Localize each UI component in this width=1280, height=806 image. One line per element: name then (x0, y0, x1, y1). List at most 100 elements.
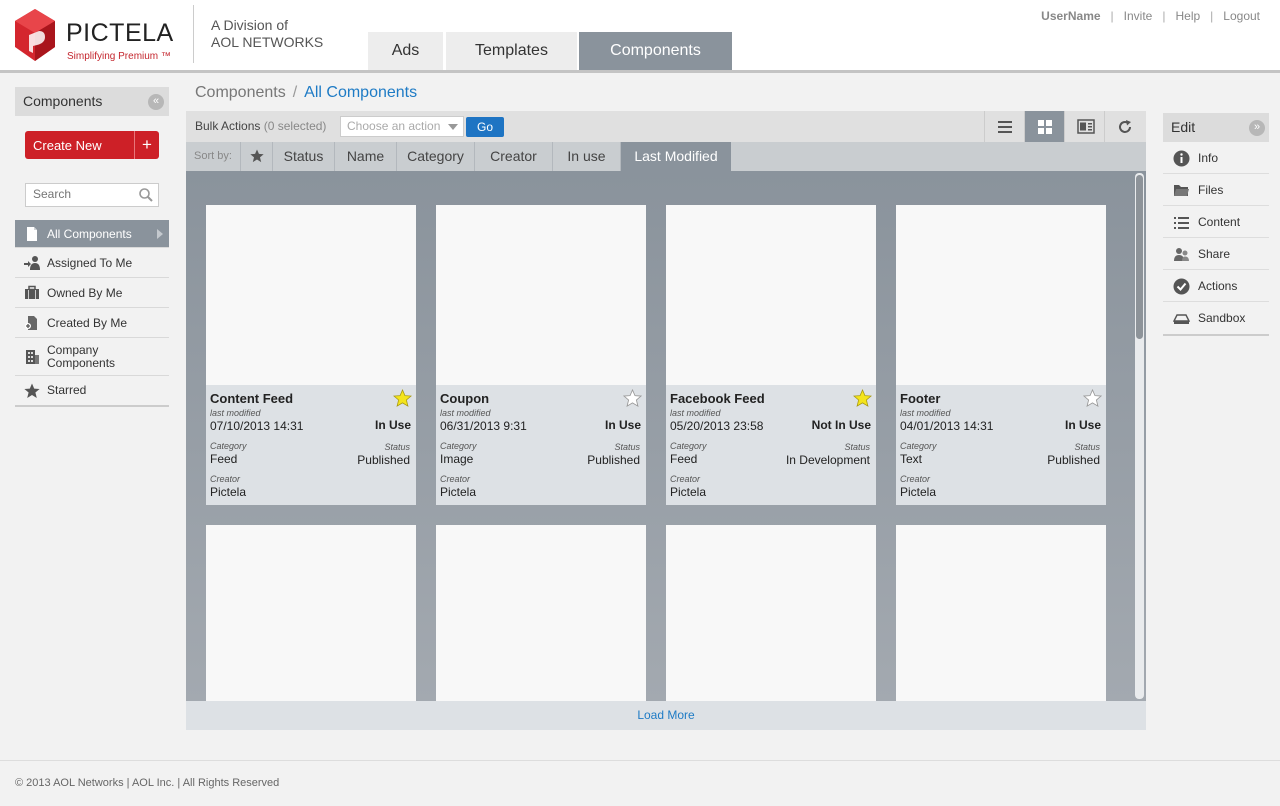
sidebar-item-label: Created By Me (47, 316, 128, 330)
star-icon[interactable] (393, 389, 412, 408)
sort-label: Sort by: (194, 150, 232, 162)
tab-components[interactable]: Components (579, 32, 732, 70)
brand-tagline: Simplifying Premium ™ (67, 51, 171, 62)
sandbox-icon (1173, 314, 1190, 324)
modified-date: 06/31/2013 9:31 (440, 419, 527, 433)
assign-user-icon (24, 255, 40, 270)
search-input[interactable] (26, 184, 126, 204)
sidebar-item-assigned-to-me[interactable]: Assigned To Me (15, 248, 169, 278)
component-card[interactable] (896, 525, 1106, 701)
grid-view-icon (1038, 120, 1052, 134)
create-new-button[interactable]: Create New + (25, 131, 159, 159)
star-icon[interactable] (623, 389, 642, 408)
creator-label: Creator (210, 474, 241, 484)
component-card[interactable]: Facebook Feed last modified 05/20/2013 2… (666, 205, 876, 505)
bulk-action-placeholder: Choose an action (347, 119, 441, 133)
refresh-button[interactable] (1104, 111, 1146, 142)
chevron-down-icon (448, 124, 458, 130)
list-view-button[interactable] (984, 111, 1024, 142)
star-icon[interactable] (1083, 389, 1102, 408)
usage-status: In Use (1064, 418, 1101, 432)
sidebar-item-starred[interactable]: Starred (15, 376, 169, 405)
plus-icon[interactable]: + (134, 131, 159, 159)
search-box (25, 183, 159, 207)
separator: | (1162, 9, 1166, 23)
breadcrumb-root[interactable]: Components (195, 84, 286, 101)
grid-view-button[interactable] (1024, 111, 1064, 142)
modified-date: 05/20/2013 23:58 (670, 419, 764, 433)
division-text: A Division of AOL NETWORKS (211, 17, 323, 51)
component-card[interactable] (206, 525, 416, 701)
tab-templates[interactable]: Templates (446, 32, 577, 70)
edit-item-content[interactable]: Content (1163, 206, 1269, 238)
breadcrumb-separator: / (292, 84, 298, 101)
category-label: Category (440, 441, 477, 451)
nav-list: All Components Assigned To Me Owned By M… (15, 220, 169, 407)
help-link[interactable]: Help (1175, 9, 1200, 23)
left-panel-header: Components « (15, 87, 169, 116)
footer-text: © 2013 AOL Networks | AOL Inc. | All Rig… (15, 777, 280, 789)
creator-value: Pictela (440, 485, 477, 499)
edit-panel-header: Edit » (1163, 113, 1269, 142)
load-more-button[interactable]: Load More (186, 701, 1146, 730)
grid-scrollbar[interactable] (1135, 173, 1144, 699)
edit-item-sandbox[interactable]: Sandbox (1163, 302, 1269, 334)
sidebar-item-company-components[interactable]: Company Components (15, 338, 169, 376)
last-modified-label: last modified (210, 408, 261, 418)
sort-name-button[interactable]: Name (334, 142, 396, 171)
sidebar-item-label-line2: Components (47, 356, 116, 370)
bulk-actions-toolbar: Bulk Actions (0 selected) Choose an acti… (186, 111, 1146, 142)
username-link[interactable]: UserName (1041, 9, 1100, 23)
sort-bar: Sort by: Status Name Category Creator In… (186, 142, 1146, 171)
edit-item-files[interactable]: Files (1163, 174, 1269, 206)
invite-link[interactable]: Invite (1124, 9, 1153, 23)
breadcrumb: Components / All Components (195, 84, 417, 102)
scrollbar-thumb[interactable] (1136, 175, 1143, 339)
info-icon (1173, 150, 1190, 167)
sort-starred-button[interactable] (240, 142, 272, 171)
component-card[interactable]: Content Feed last modified 07/10/2013 14… (206, 205, 416, 505)
component-card[interactable] (436, 525, 646, 701)
sidebar-item-created-by-me[interactable]: Created By Me (15, 308, 169, 338)
pictela-logo-icon[interactable] (15, 9, 55, 61)
component-card[interactable] (666, 525, 876, 701)
modified-date: 07/10/2013 14:31 (210, 419, 304, 433)
sidebar-item-label: All Components (47, 227, 132, 241)
creator-value: Pictela (210, 485, 247, 499)
status-label: Status (1074, 442, 1100, 452)
breadcrumb-current[interactable]: All Components (304, 84, 417, 101)
creator-label: Creator (440, 474, 471, 484)
bulk-action-select[interactable]: Choose an action (340, 116, 464, 137)
sort-category-button[interactable]: Category (396, 142, 474, 171)
tab-ads[interactable]: Ads (368, 32, 443, 70)
share-users-icon (1174, 248, 1189, 261)
sort-last-modified-button[interactable]: Last Modified (620, 142, 731, 171)
sidebar-item-all-components[interactable]: All Components (15, 220, 169, 248)
list-view-icon (998, 121, 1012, 133)
selected-count: (0 selected) (263, 119, 327, 133)
double-chevron-left-icon[interactable]: « (148, 94, 164, 110)
search-icon[interactable] (138, 187, 154, 203)
component-card[interactable]: Footer last modified 04/01/2013 14:31 In… (896, 205, 1106, 505)
edit-item-info[interactable]: Info (1163, 142, 1269, 174)
edit-item-actions[interactable]: Actions (1163, 270, 1269, 302)
last-modified-label: last modified (900, 408, 951, 418)
edit-panel-title: Edit (1171, 119, 1196, 135)
status-value: In Development (785, 453, 870, 467)
star-icon[interactable] (853, 389, 872, 408)
edit-item-share[interactable]: Share (1163, 238, 1269, 270)
card-title: Footer (900, 391, 941, 406)
star-icon (24, 383, 40, 398)
sort-creator-button[interactable]: Creator (474, 142, 552, 171)
logout-link[interactable]: Logout (1223, 9, 1260, 23)
go-button[interactable]: Go (466, 117, 504, 137)
detail-view-button[interactable] (1064, 111, 1104, 142)
sidebar-item-owned-by-me[interactable]: Owned By Me (15, 278, 169, 308)
sort-status-button[interactable]: Status (272, 142, 334, 171)
double-chevron-right-icon[interactable]: » (1249, 120, 1265, 136)
detail-view-icon (1077, 119, 1095, 134)
component-card[interactable]: Coupon last modified 06/31/2013 9:31 In … (436, 205, 646, 505)
bulk-actions-title: Bulk Actions (195, 119, 261, 133)
edit-item-label: Share (1198, 247, 1231, 261)
sort-in-use-button[interactable]: In use (552, 142, 620, 171)
